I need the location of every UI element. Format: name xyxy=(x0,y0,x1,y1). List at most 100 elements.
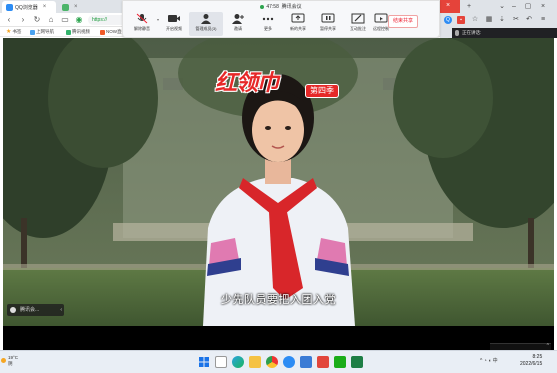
tool-label: 新的共享 xyxy=(290,26,306,31)
bookmark-label: 书签 xyxy=(12,29,22,34)
meeting-status: 47:58 腾讯会议 xyxy=(123,3,439,10)
bookmark-item[interactable]: 上网导航 xyxy=(30,28,54,36)
wps-icon[interactable] xyxy=(317,356,329,368)
start-button[interactable] xyxy=(198,356,210,368)
wechat-icon[interactable] xyxy=(334,356,346,368)
share-screen-icon xyxy=(291,13,305,23)
weather-widget[interactable]: 19°C 阴 xyxy=(1,355,18,367)
tool-label: 更多 xyxy=(264,26,272,31)
end-share-button[interactable]: 结束共享 xyxy=(388,15,418,28)
bookmark-icon xyxy=(66,29,71,35)
undo-icon[interactable]: ↶ xyxy=(525,16,533,24)
invite-button[interactable]: 邀请 xyxy=(223,12,253,36)
chevron-left-icon[interactable]: ‹ xyxy=(60,304,62,316)
mini-window-label: 腾讯会... xyxy=(20,307,40,313)
download-icon[interactable]: ⇣ xyxy=(498,16,506,24)
page-icon[interactable]: ▭ xyxy=(60,15,70,25)
language-icon[interactable]: 中 xyxy=(493,358,498,364)
refresh-icon[interactable]: ↻ xyxy=(32,15,42,25)
tencent-meeting-icon[interactable] xyxy=(300,356,312,368)
grid-icon[interactable]: ▦ xyxy=(485,16,493,24)
security-shield-icon[interactable]: ◉ xyxy=(74,15,84,25)
forward-icon[interactable]: › xyxy=(18,15,28,25)
browser-tab-qq[interactable]: QQ浏览器 × xyxy=(2,1,56,13)
qq-browser-icon xyxy=(6,3,13,11)
members-icon xyxy=(201,14,211,24)
clock-time: 8:25 xyxy=(532,354,543,360)
windows-taskbar: 19°C 阴 ^ ◔ ◖ 中 8:25 2022/6/15 xyxy=(0,350,557,373)
tool-label: 解除静音 xyxy=(134,26,150,31)
tool-label: 互动批注 xyxy=(350,26,366,31)
meeting-mini-window[interactable]: 腾讯会... ‹ xyxy=(7,304,64,316)
tool-label: 管理成员(3) xyxy=(195,26,217,31)
tool-label: 开启视频 xyxy=(166,26,182,31)
back-icon[interactable]: ‹ xyxy=(4,15,14,25)
unmute-button[interactable]: 解除静音 ▾ xyxy=(127,12,159,36)
pen-icon xyxy=(351,13,365,24)
meeting-time: 47:58 xyxy=(266,4,279,10)
video-subtitle: 少先队员要把入团入党 xyxy=(221,294,336,306)
chevron-up-icon[interactable]: ^ xyxy=(547,343,549,349)
more-button[interactable]: 更多 xyxy=(253,12,283,36)
edge-browser-icon[interactable] xyxy=(232,356,244,368)
video-frame xyxy=(3,38,554,326)
system-tray[interactable]: ^ ◔ ◖ 中 xyxy=(480,357,498,364)
tab-label: QQ浏览器 xyxy=(15,4,38,11)
chrome-icon[interactable] xyxy=(266,356,278,368)
excel-icon[interactable] xyxy=(351,356,363,368)
invite-icon xyxy=(232,14,244,24)
close-icon[interactable]: × xyxy=(446,2,450,9)
video-letterbox xyxy=(3,326,554,350)
start-video-button[interactable]: 开启视频▾ xyxy=(159,12,191,36)
extension-icon[interactable]: ▪ xyxy=(457,16,465,24)
menu-icon[interactable]: ≡ xyxy=(539,16,547,24)
clock[interactable]: 8:25 2022/6/15 xyxy=(520,354,542,368)
weather-desc: 阴 xyxy=(8,361,13,366)
browser-tab-red[interactable]: × xyxy=(440,0,460,13)
manage-members-button[interactable]: 管理成员(3) xyxy=(189,12,223,36)
bookmark-item[interactable]: ★ 书签 xyxy=(6,28,21,36)
camera-icon xyxy=(168,15,180,22)
task-view-icon[interactable] xyxy=(215,356,227,368)
bookmark-star-icon[interactable]: ☆ xyxy=(471,16,479,24)
annotate-button[interactable]: 互动批注 xyxy=(343,12,373,36)
windows-logo-icon xyxy=(199,357,209,367)
pause-icon xyxy=(321,13,335,23)
qq-icon[interactable]: Q xyxy=(444,16,452,24)
meeting-toolbar: 47:58 腾讯会议 解除静音▾ 开启视频▾ 管理成员(3) 邀请 更多 新的共… xyxy=(122,0,440,38)
more-dots-icon xyxy=(262,17,274,21)
weather-sun-icon xyxy=(1,358,6,363)
page-icon xyxy=(62,3,69,11)
bookmark-item[interactable]: 腾讯视频 xyxy=(66,28,90,36)
bookmark-icon xyxy=(100,29,105,35)
minimize-icon[interactable]: – xyxy=(510,3,518,11)
speaking-indicator: 正在讲话: xyxy=(452,28,557,38)
bookmark-label: 腾讯视频 xyxy=(72,29,90,34)
thumbnail-strip[interactable]: ^ xyxy=(490,343,551,350)
microphone-muted-icon xyxy=(136,13,148,24)
volume-icon[interactable]: ◖ xyxy=(488,358,491,364)
chevron-up-icon[interactable]: ^ xyxy=(480,358,482,364)
season-badge: 第四季 xyxy=(305,84,339,98)
new-share-button[interactable]: 新的共享 xyxy=(283,12,313,36)
recording-dot-icon xyxy=(260,4,265,9)
file-explorer-icon[interactable] xyxy=(249,356,261,368)
close-window-icon[interactable]: × xyxy=(539,3,547,11)
clock-date: 2022/6/15 xyxy=(520,361,543,367)
new-tab-icon[interactable]: + xyxy=(465,3,473,11)
home-icon[interactable]: ⌂ xyxy=(46,15,56,25)
qq-browser-icon[interactable] xyxy=(283,356,295,368)
scissors-icon[interactable]: ✂ xyxy=(512,16,520,24)
microphone-icon xyxy=(455,30,459,36)
chevron-down-icon[interactable]: ⌄ xyxy=(498,3,506,11)
browser-tab-2[interactable]: × xyxy=(58,1,110,13)
meeting-title: 腾讯会议 xyxy=(281,4,302,10)
wifi-icon[interactable]: ◔ xyxy=(484,358,487,364)
show-logo: 红领巾 xyxy=(215,70,279,96)
maximize-icon[interactable]: ▢ xyxy=(524,3,532,11)
close-tab-icon[interactable]: × xyxy=(43,4,47,10)
close-tab-icon[interactable]: × xyxy=(74,4,78,10)
pause-share-button[interactable]: 暂停共享 xyxy=(313,12,343,36)
star-icon: ★ xyxy=(6,29,12,35)
shared-video[interactable]: 红领巾 第四季 少先队员要把入团入党 腾讯会... ‹ xyxy=(3,38,554,326)
